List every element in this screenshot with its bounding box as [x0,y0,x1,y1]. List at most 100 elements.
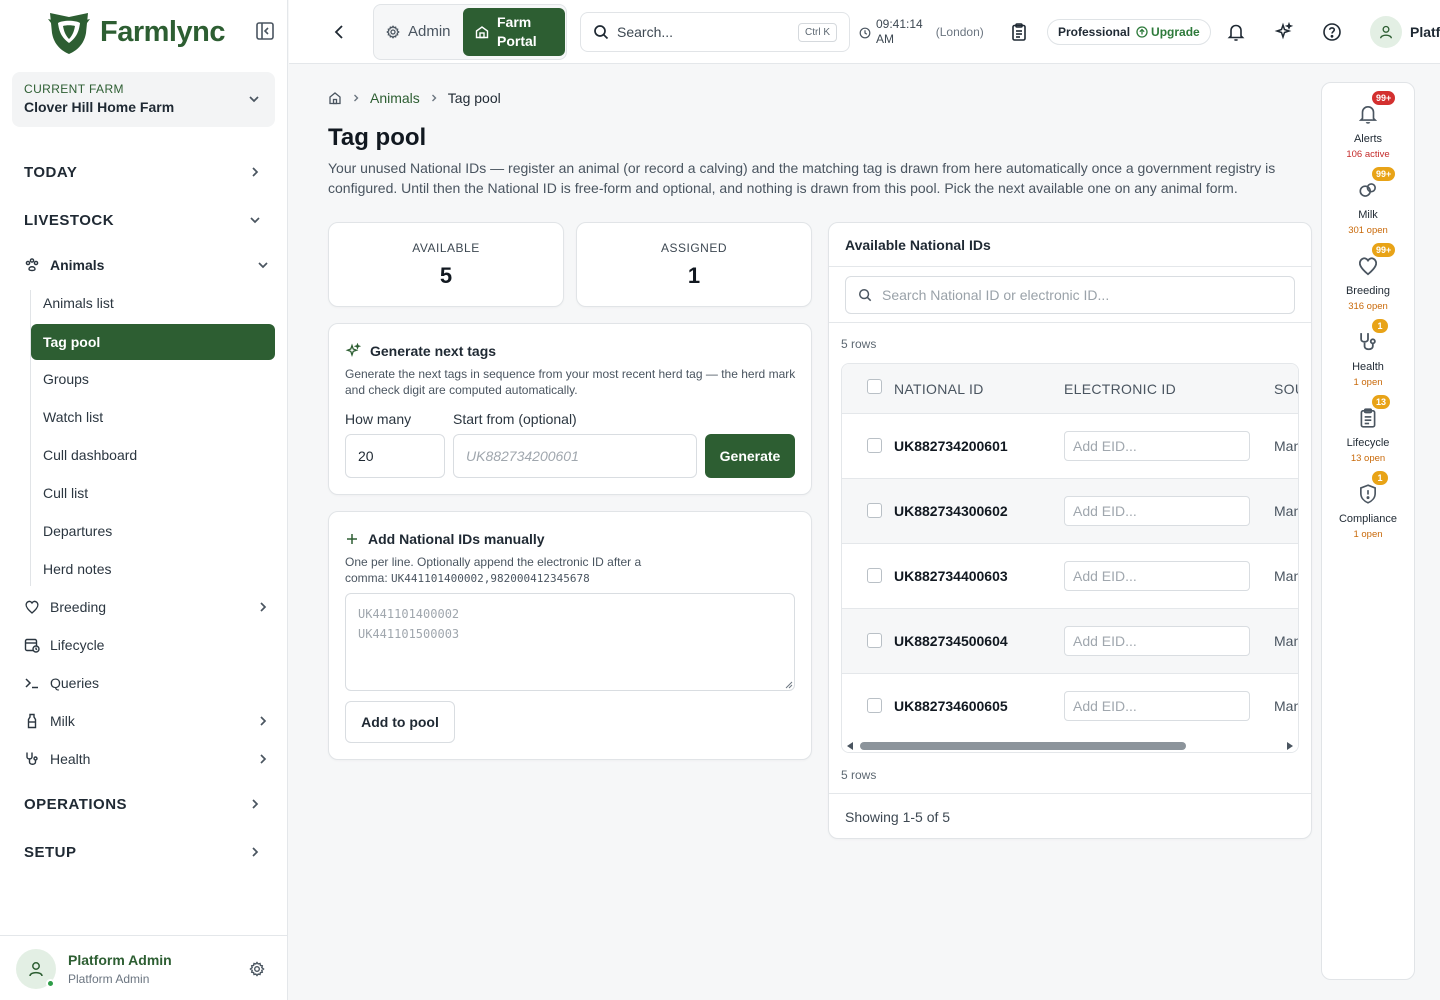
sidebar-subitem-departures[interactable]: Departures [43,523,112,539]
chevron-right-icon [354,94,359,102]
row-count-top: 5 rows [841,337,877,351]
table-row[interactable]: UK882734500604 Add EID... Man [842,609,1298,674]
sparkles-icon[interactable] [1272,20,1296,44]
rail-item-breeding[interactable]: 99+ Breeding 316 open [1322,242,1414,312]
user-profile-bar[interactable]: Platform Admin Platform Admin [0,935,288,1000]
generate-button[interactable]: Generate [705,434,795,478]
sidebar-subitem-groups[interactable]: Groups [43,371,89,387]
available-ids-card: Available National IDs Search National I… [828,222,1312,839]
stat-card-assigned: ASSIGNED 1 [576,222,812,307]
scrollbar-thumb[interactable] [860,742,1186,750]
eid-input[interactable]: Add EID... [1064,431,1250,461]
rail-badge: 99+ [1371,242,1397,258]
back-arrow-icon[interactable] [331,22,349,42]
sidebar-subitem-cull-list[interactable]: Cull list [43,485,88,501]
tab-label: Admin [408,23,451,40]
eid-input[interactable]: Add EID... [1064,691,1250,721]
brand-logo[interactable]: Farmlync [44,6,225,58]
nav-section-operations[interactable]: OPERATIONS [24,794,262,814]
eid-input[interactable]: Add EID... [1064,561,1250,591]
start-from-input[interactable]: UK882734200601 [453,434,697,478]
source-cell: Man [1274,633,1299,649]
search-shortcut-key: Ctrl K [798,22,837,42]
nav-section-livestock[interactable]: LIVESTOCK [24,210,262,230]
farm-selector[interactable]: CURRENT FARM Clover Hill Home Farm [12,72,275,127]
sidebar-subitem-herd-notes[interactable]: Herd notes [43,561,111,577]
global-search[interactable]: Search... Ctrl K [580,12,850,52]
data-table: NATIONAL ID ELECTRONIC ID SOU UK88273420… [841,363,1299,753]
resize-handle-icon[interactable] [785,681,793,689]
scroll-left-icon[interactable] [846,741,854,751]
stat-label: AVAILABLE [412,241,480,255]
bell-icon[interactable] [1224,20,1248,44]
select-all-checkbox[interactable] [867,379,882,394]
sidebar-subitem-animals-list[interactable]: Animals list [43,295,114,311]
national-id-cell: UK882734300602 [894,503,1008,519]
how-many-input[interactable]: 20 [345,434,445,478]
upgrade-link[interactable]: Upgrade [1136,25,1200,39]
source-cell: Man [1274,503,1299,519]
source-cell: Man [1274,568,1299,584]
column-header-national-id[interactable]: NATIONAL ID [894,381,984,397]
rail-label: Lifecycle [1346,437,1390,449]
table-row[interactable]: UK882734200601 Add EID... Man [842,414,1298,479]
header-user-name[interactable]: Platf [1410,24,1440,40]
row-checkbox[interactable] [867,633,882,648]
horizontal-scrollbar[interactable] [842,738,1298,752]
table-row[interactable]: UK882734400603 Add EID... Man [842,544,1298,609]
tab-farm-portal[interactable]: Farm Portal [463,8,565,56]
breadcrumb-link-animals[interactable]: Animals [370,90,420,106]
row-checkbox[interactable] [867,503,882,518]
column-header-electronic-id[interactable]: ELECTRONIC ID [1064,381,1176,397]
add-to-pool-button[interactable]: Add to pool [345,701,455,743]
column-header-source[interactable]: SOU [1274,381,1298,397]
chevron-right-icon [252,799,259,809]
help-icon[interactable] [1320,20,1344,44]
card-subtitle: Generate the next tags in sequence from … [345,367,796,397]
collapse-sidebar-icon[interactable] [254,20,276,42]
rail-item-alerts[interactable]: 99+ Alerts 106 active [1322,90,1414,160]
avatar[interactable] [1370,16,1402,48]
row-checkbox[interactable] [867,438,882,453]
nav-section-setup[interactable]: SETUP [24,842,262,862]
eid-input[interactable]: Add EID... [1064,626,1250,656]
rail-item-compliance[interactable]: 1 Compliance 1 open [1322,470,1414,540]
rail-count: 316 open [1348,301,1388,312]
shield-alert-icon: 1 [1355,470,1389,507]
rail-badge: 99+ [1371,166,1397,182]
table-row[interactable]: UK882734300602 Add EID... Man [842,479,1298,544]
table-search-input[interactable]: Search National ID or electronic ID... [845,276,1295,314]
clock: 09:41:14 AM (London) [859,17,984,47]
gear-icon[interactable] [249,961,265,977]
sidebar-item-breeding[interactable]: Breeding [24,599,270,615]
plan-badge[interactable]: Professional Upgrade [1047,19,1211,45]
scroll-right-icon[interactable] [1286,741,1294,751]
rail-item-health[interactable]: 1 Health 1 open [1322,318,1414,388]
sidebar-subitem-cull-dashboard[interactable]: Cull dashboard [43,447,137,463]
sidebar-item-health[interactable]: Health [24,751,270,767]
sidebar-subitem-watch-list[interactable]: Watch list [43,409,103,425]
rail-item-milk[interactable]: 99+ Milk 301 open [1322,166,1414,236]
pagination-summary: Showing 1-5 of 5 [845,809,951,825]
table-row[interactable]: UK882734600605 Add EID... Man [842,674,1298,739]
sidebar-item-queries[interactable]: Queries [24,675,270,691]
nav-section-today[interactable]: TODAY [24,162,262,182]
national-id-cell: UK882734500604 [894,633,1008,649]
home-icon[interactable] [328,91,342,105]
clipboard-icon[interactable] [1007,20,1031,44]
card-title: Available National IDs [845,237,991,253]
terminal-icon [24,675,40,691]
national-ids-textarea[interactable]: UK441101400002 UK441101500003 [345,593,795,691]
sidebar-item-milk[interactable]: Milk [24,713,270,729]
stat-card-available: AVAILABLE 5 [328,222,564,307]
sidebar-item-lifecycle[interactable]: Lifecycle [24,637,270,653]
row-checkbox[interactable] [867,698,882,713]
tab-admin[interactable]: Admin [386,23,451,40]
portal-switcher: Admin Farm Portal [373,4,567,60]
rail-item-lifecycle[interactable]: 13 Lifecycle 13 open [1322,394,1414,464]
eid-input[interactable]: Add EID... [1064,496,1250,526]
sidebar-subitem-tag-pool[interactable]: Tag pool [31,324,275,360]
row-checkbox[interactable] [867,568,882,583]
search-icon [859,289,872,302]
sidebar-item-animals[interactable]: Animals [24,257,270,273]
